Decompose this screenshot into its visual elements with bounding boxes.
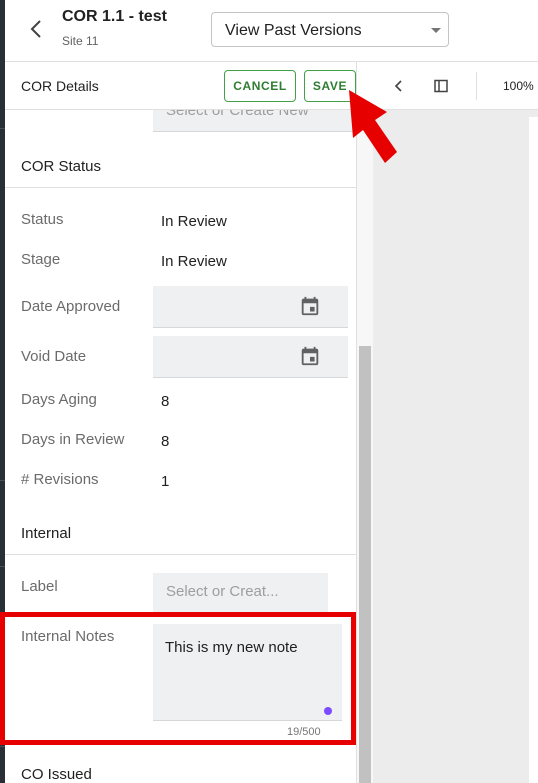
label-select[interactable]: Select or Creat... — [153, 573, 328, 615]
resize-handle-icon[interactable] — [324, 707, 332, 715]
status-label: Status — [21, 211, 64, 228]
date-approved-label: Date Approved — [21, 298, 121, 315]
cancel-button[interactable]: CANCEL — [224, 70, 296, 102]
page-header: COR 1.1 - test Site 11 View Past Version… — [5, 0, 538, 62]
details-toolbar: COR Details CANCEL SAVE — [5, 62, 356, 110]
document-viewer — [373, 110, 538, 783]
days-aging-label: Days Aging — [21, 391, 97, 408]
void-date-label: Void Date — [21, 348, 87, 365]
stage-label: Stage — [21, 251, 61, 268]
previous-page-button[interactable] — [389, 76, 409, 96]
revisions-value: 1 — [161, 473, 170, 490]
view-past-versions-select[interactable]: View Past Versions — [211, 12, 449, 47]
save-button[interactable]: SAVE — [304, 70, 356, 102]
section-divider — [5, 187, 356, 188]
document-page — [529, 117, 538, 783]
chevron-left-icon — [30, 20, 41, 38]
label-select-placeholder: Select or Creat... — [166, 583, 279, 600]
status-value: In Review — [161, 213, 227, 230]
toggle-sidebar-button[interactable] — [431, 76, 451, 96]
page-subtitle: Site 11 — [62, 34, 99, 48]
character-counter: 19/500 — [287, 726, 321, 738]
days-aging-value: 8 — [161, 393, 170, 410]
date-approved-input[interactable] — [153, 286, 348, 328]
co-issued-label: CO Issued — [21, 766, 92, 783]
calendar-icon[interactable] — [299, 295, 321, 317]
section-divider — [5, 554, 356, 555]
details-title: COR Details — [21, 78, 99, 94]
calendar-icon[interactable] — [299, 345, 321, 367]
internal-notes-label: Internal Notes — [21, 628, 115, 645]
toolbar-separator — [476, 72, 477, 100]
viewer-toolbar: 100% — [373, 62, 538, 110]
version-select-value: View Past Versions — [225, 22, 362, 39]
cor-details-form: Select or Create New COR Status Status I… — [5, 110, 356, 783]
back-button[interactable] — [25, 17, 49, 41]
page-title: COR 1.1 - test — [62, 8, 167, 25]
select-or-create-field[interactable]: Select or Create New — [153, 110, 353, 132]
sidebar-panel-icon — [434, 79, 448, 93]
void-date-input[interactable] — [153, 336, 348, 378]
stage-value: In Review — [161, 253, 227, 270]
internal-notes-textarea[interactable]: This is my new note — [153, 624, 342, 721]
zoom-level[interactable]: 100% — [503, 79, 534, 93]
internal-notes-value: This is my new note — [165, 639, 298, 656]
days-in-review-label: Days in Review — [21, 431, 125, 448]
section-title-cor-status: COR Status — [21, 158, 102, 175]
chevron-left-icon — [394, 80, 402, 92]
section-title-internal: Internal — [21, 525, 72, 542]
select-placeholder: Select or Create New — [166, 110, 309, 119]
caret-down-icon — [431, 28, 441, 33]
days-in-review-value: 8 — [161, 433, 170, 450]
label-field-label: Label — [21, 578, 58, 595]
form-scrollbar-thumb[interactable] — [359, 346, 371, 783]
revisions-label: # Revisions — [21, 471, 99, 488]
